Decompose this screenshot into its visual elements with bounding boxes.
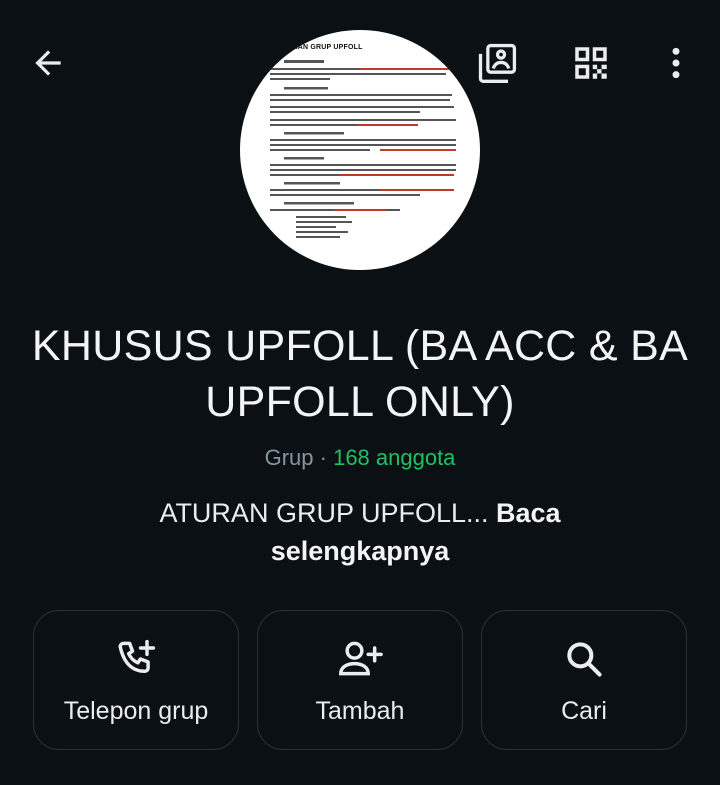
group-meta: Grup · 168 anggota — [0, 444, 720, 472]
group-name: KHUSUS UPFOLL (BA ACC & BA UPFOLL ONLY) — [31, 322, 689, 426]
add-person-icon — [339, 641, 383, 676]
add-member-button[interactable]: Tambah — [257, 610, 463, 750]
add-call-icon — [118, 639, 156, 674]
add-call-icon-wrap — [34, 637, 238, 681]
member-count[interactable]: 168 anggota — [333, 445, 455, 470]
action-label: Cari — [561, 697, 607, 725]
search-icon — [567, 642, 602, 677]
document-title: ATURAN GRUP UPFOLL — [278, 44, 363, 51]
add-person-icon-wrap — [258, 637, 462, 681]
more-options-button[interactable] — [656, 38, 696, 88]
more-vertical-icon — [672, 47, 680, 79]
media-gallery-icon — [478, 43, 517, 83]
group-avatar[interactable]: ATURAN GRUP UPFOLL — [240, 30, 480, 270]
search-icon-wrap — [482, 637, 686, 681]
back-button[interactable] — [18, 38, 78, 88]
document-photo-icon — [270, 60, 456, 238]
qr-code-icon — [575, 47, 607, 79]
group-description: ATURAN GRUP UPFOLL... Baca selengkapnya — [110, 494, 610, 570]
action-label: Telepon grup — [63, 697, 209, 725]
meta-separator: · — [319, 445, 327, 470]
arrow-left-icon — [35, 50, 61, 76]
group-call-button[interactable]: Telepon grup — [33, 610, 239, 750]
action-label: Tambah — [315, 697, 405, 725]
search-button[interactable]: Cari — [481, 610, 687, 750]
description-text: ATURAN GRUP UPFOLL... — [159, 498, 489, 528]
group-kind: Grup — [264, 445, 314, 470]
qr-code-button[interactable] — [566, 38, 616, 88]
